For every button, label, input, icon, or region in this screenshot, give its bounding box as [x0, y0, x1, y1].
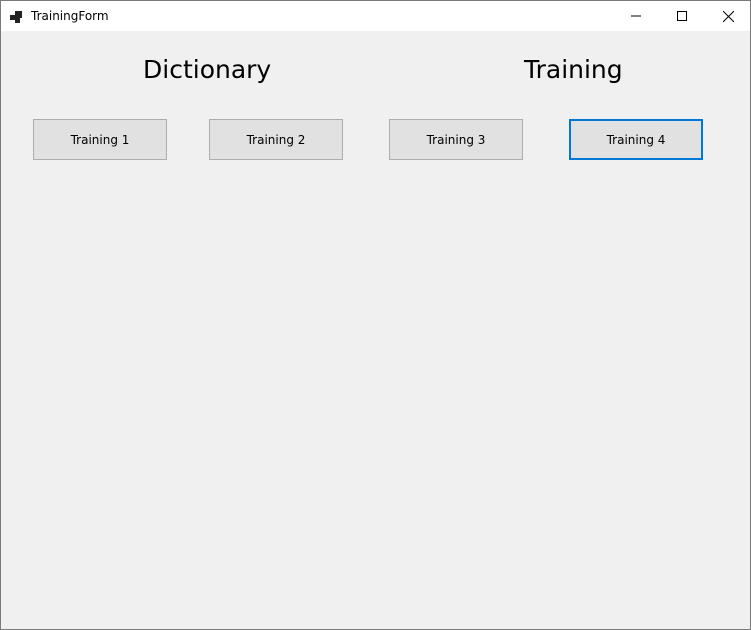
close-button[interactable]: [705, 1, 751, 31]
app-icon: [10, 9, 24, 23]
training-heading: Training: [524, 55, 623, 84]
training-3-button[interactable]: Training 3: [389, 119, 523, 160]
dictionary-heading: Dictionary: [143, 55, 272, 84]
maximize-button[interactable]: [659, 1, 705, 31]
close-icon: [722, 10, 734, 22]
training-2-button[interactable]: Training 2: [209, 119, 343, 160]
training-form-window: TrainingForm Dictionary Training Trainin…: [0, 0, 751, 630]
training-4-button[interactable]: Training 4: [569, 119, 703, 160]
title-bar[interactable]: TrainingForm: [1, 1, 750, 31]
training-1-button[interactable]: Training 1: [33, 119, 167, 160]
minimize-icon: [631, 15, 641, 17]
window-title: TrainingForm: [31, 9, 109, 23]
minimize-button[interactable]: [613, 1, 659, 31]
maximize-icon: [677, 11, 687, 21]
